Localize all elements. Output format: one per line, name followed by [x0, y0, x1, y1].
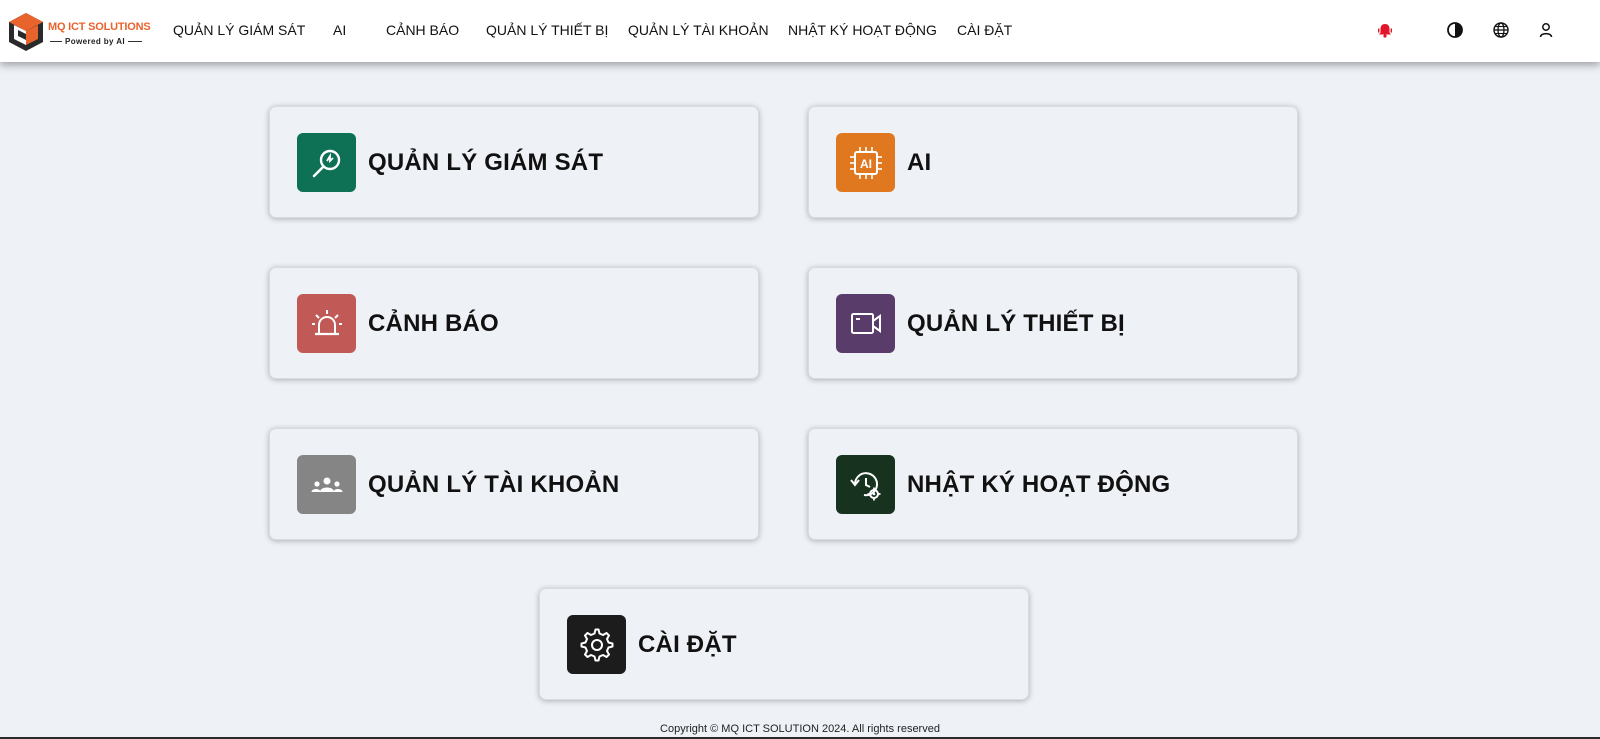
video-camera-icon: [836, 294, 895, 353]
svg-text:AI: AI: [860, 157, 872, 171]
card-ai[interactable]: AI AI: [808, 106, 1298, 218]
footer-copyright: Copyright © MQ ICT SOLUTION 2024. All ri…: [660, 723, 940, 735]
card-quan-ly-tai-khoan[interactable]: QUẢN LÝ TÀI KHOẢN: [269, 428, 759, 540]
nav-item-canh-bao[interactable]: CẢNH BÁO: [386, 22, 459, 38]
card-nhat-ky-hoat-dong[interactable]: NHẬT KÝ HOẠT ĐỘNG: [808, 428, 1298, 540]
card-quan-ly-giam-sat[interactable]: QUẢN LÝ GIÁM SÁT: [269, 106, 759, 218]
card-label: QUẢN LÝ TÀI KHOẢN: [368, 471, 620, 498]
card-cai-dat[interactable]: CÀI ĐẶT: [539, 588, 1029, 700]
search-monitor-icon: [297, 133, 356, 192]
history-settings-icon: [836, 455, 895, 514]
theme-contrast-icon[interactable]: [1446, 21, 1464, 39]
gear-icon: [567, 615, 626, 674]
card-quan-ly-thiet-bi[interactable]: QUẢN LÝ THIẾT BỊ: [808, 267, 1298, 379]
card-label: CÀI ĐẶT: [638, 631, 737, 658]
users-group-icon: [297, 455, 356, 514]
notification-bell-icon[interactable]: [1376, 21, 1394, 39]
card-label: NHẬT KÝ HOẠT ĐỘNG: [907, 471, 1171, 498]
brand-logo[interactable]: MQ ICT SOLUTIONS Powered by AI: [8, 11, 153, 55]
nav-item-quan-ly-tai-khoan[interactable]: QUẢN LÝ TÀI KHOẢN: [628, 22, 769, 38]
brand-tagline: Powered by AI: [50, 37, 143, 46]
top-navigation-bar: MQ ICT SOLUTIONS Powered by AI QUẢN LÝ G…: [0, 0, 1600, 62]
nav-item-nhat-ky-hoat-dong[interactable]: NHẬT KÝ HOẠT ĐỘNG: [788, 22, 937, 38]
nav-item-quan-ly-giam-sat[interactable]: QUẢN LÝ GIÁM SÁT: [173, 22, 305, 38]
nav-item-quan-ly-thiet-bi[interactable]: QUẢN LÝ THIẾT BỊ: [486, 22, 608, 38]
language-globe-icon[interactable]: [1492, 21, 1510, 39]
nav-item-ai[interactable]: AI: [333, 22, 346, 38]
card-label: CẢNH BÁO: [368, 310, 499, 337]
brand-name: MQ ICT SOLUTIONS: [48, 21, 151, 33]
card-canh-bao[interactable]: CẢNH BÁO: [269, 267, 759, 379]
nav-item-cai-dat[interactable]: CÀI ĐẶT: [957, 22, 1012, 38]
brand-logo-mark-icon: [9, 13, 43, 51]
siren-alarm-icon: [297, 294, 356, 353]
ai-chip-icon: AI: [836, 133, 895, 192]
card-label: AI: [907, 149, 932, 176]
card-label: QUẢN LÝ GIÁM SÁT: [368, 149, 604, 176]
card-label: QUẢN LÝ THIẾT BỊ: [907, 310, 1125, 337]
user-account-icon[interactable]: [1537, 21, 1555, 39]
